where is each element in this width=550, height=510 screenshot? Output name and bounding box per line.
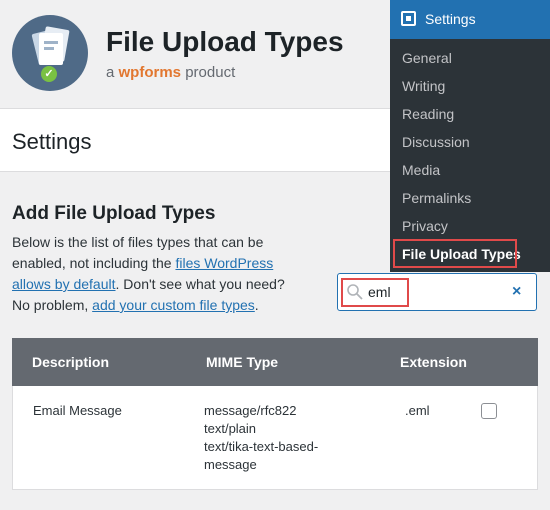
section-title: Add File Upload Types (12, 203, 216, 224)
submenu-item-discussion[interactable]: Discussion (402, 134, 470, 150)
table-header: Description MIME Type Extension (12, 338, 538, 386)
submenu-item-media[interactable]: Media (402, 162, 440, 178)
section-description: Below is the list of files types that ca… (12, 232, 302, 316)
byline-prefix: a (106, 64, 115, 81)
column-header-mime-type: MIME Type (206, 354, 279, 370)
page-title: Settings (12, 129, 92, 154)
column-header-extension: Extension (400, 354, 467, 370)
mime-line: text/tika-text-based- (204, 439, 319, 454)
settings-submenu: Settings General Writing Reading Discuss… (390, 0, 550, 272)
mime-line: message/rfc822 (204, 403, 297, 418)
settings-menu-header[interactable]: Settings (390, 0, 550, 39)
byline-suffix: product (185, 64, 236, 81)
plugin-byline: a wpforms product (106, 64, 235, 81)
cell-description: Email Message (33, 403, 122, 418)
check-icon: ✓ (41, 66, 57, 82)
enable-checkbox[interactable] (481, 403, 497, 419)
plugin-logo: ✓ (12, 15, 88, 91)
search-highlight-box (341, 278, 409, 307)
wpforms-brand: wpforms (118, 64, 182, 81)
table-row: Email Message message/rfc822 text/plain … (12, 386, 538, 490)
settings-icon (401, 11, 416, 26)
mime-line: message (204, 457, 257, 472)
submenu-item-reading[interactable]: Reading (402, 106, 454, 122)
menu-highlight-box (393, 239, 517, 268)
submenu-item-permalinks[interactable]: Permalinks (402, 190, 471, 206)
plugin-title: File Upload Types (106, 26, 344, 57)
clear-search-icon[interactable]: × (512, 283, 521, 301)
file-types-table: Description MIME Type Extension Email Me… (12, 338, 538, 490)
submenu-item-writing[interactable]: Writing (402, 78, 445, 94)
desc-text: . (254, 297, 259, 313)
cell-extension: .eml (405, 403, 430, 418)
submenu-item-general[interactable]: General (402, 50, 452, 66)
settings-menu-label: Settings (425, 11, 476, 27)
cell-mime-type: message/rfc822 text/plain text/tika-text… (204, 402, 318, 474)
column-header-description: Description (32, 354, 110, 370)
document-icon (39, 33, 63, 65)
add-custom-file-types-link[interactable]: add your custom file types (92, 297, 255, 313)
submenu-item-privacy[interactable]: Privacy (402, 218, 448, 234)
mime-line: text/plain (204, 421, 257, 436)
